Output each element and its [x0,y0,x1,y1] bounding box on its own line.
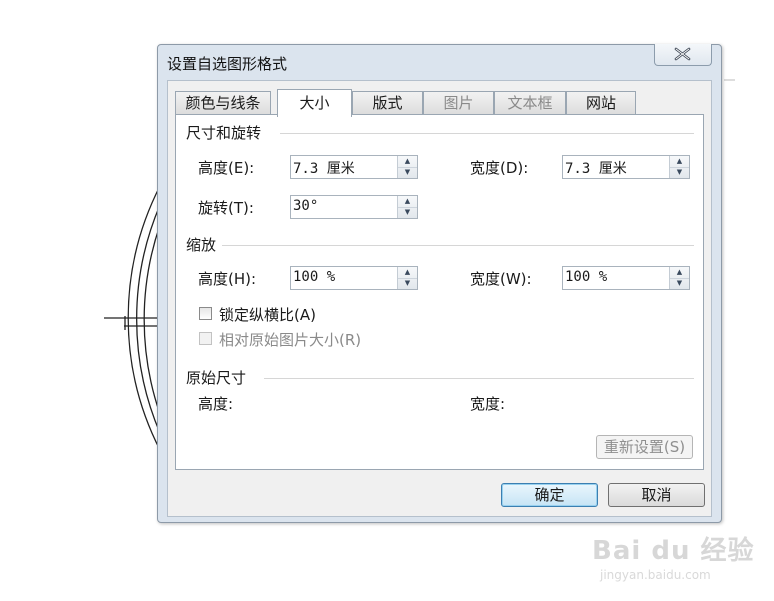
tab-colors-lines[interactable]: 颜色与线条 [175,91,271,115]
relative-size-checkbox[interactable] [199,332,212,345]
height-value: 7.3 厘米 [293,161,355,177]
scale-height-value: 100 % [293,269,336,285]
tab-picture[interactable]: 图片 [423,91,494,115]
height-input[interactable]: 7.3 厘米 ▲ ▼ [290,155,418,179]
section-divider [222,245,694,246]
lock-aspect-checkbox[interactable] [199,307,212,320]
size-tab-panel: 尺寸和旋转 高度(E): 7.3 厘米 ▲ ▼ 宽度(D): 7.3 厘米 ▲ ▼ … [175,114,704,470]
scale-width-input[interactable]: 100 % ▲ ▼ [562,266,690,290]
scale-height-input[interactable]: 100 % ▲ ▼ [290,266,418,290]
original-width-label: 宽度: [470,395,506,413]
section-title-size-rotate: 尺寸和旋转 [186,124,262,142]
scale-height-label: 高度(H): [198,270,257,288]
rotation-spinner[interactable]: ▲ ▼ [397,196,417,218]
rotation-label: 旋转(T): [198,199,254,217]
rotation-input[interactable]: 30° ▲ ▼ [290,195,418,219]
height-spinner[interactable]: ▲ ▼ [397,156,417,178]
width-input[interactable]: 7.3 厘米 ▲ ▼ [562,155,690,179]
section-title-scale: 缩放 [186,236,217,254]
lock-aspect-label[interactable]: 锁定纵横比(A) [219,304,316,325]
height-label: 高度(E): [198,159,255,177]
format-autoshape-dialog: 设置自选图形格式 颜色与线条 大小 版式 图片 文本框 网站 尺寸和旋转 高度(… [157,44,722,523]
original-height-label: 高度: [198,395,234,413]
spin-down-icon[interactable]: ▼ [670,278,689,289]
dialog-body: 颜色与线条 大小 版式 图片 文本框 网站 尺寸和旋转 高度(E): 7.3 厘… [167,80,712,517]
tab-website[interactable]: 网站 [566,91,636,115]
reset-button[interactable]: 重新设置(S) [596,435,693,459]
dialog-title: 设置自选图形格式 [167,55,288,73]
section-divider [264,378,694,379]
scale-width-label: 宽度(W): [470,270,532,288]
close-button[interactable] [654,44,712,66]
tab-layout[interactable]: 版式 [352,91,423,115]
spin-down-icon[interactable]: ▼ [398,167,417,178]
watermark-logo: Bai du 经验 [592,536,755,566]
section-title-original-size: 原始尺寸 [186,369,247,387]
scale-width-value: 100 % [565,269,608,285]
scale-height-spinner[interactable]: ▲ ▼ [397,267,417,289]
spin-down-icon[interactable]: ▼ [670,167,689,178]
section-divider [280,133,694,134]
relative-size-label[interactable]: 相对原始图片大小(R) [219,329,361,350]
width-label: 宽度(D): [470,159,529,177]
cancel-button[interactable]: 取消 [608,483,705,507]
watermark-url: jingyan.baidu.com [600,568,711,582]
tab-textbox[interactable]: 文本框 [494,91,566,115]
spin-down-icon[interactable]: ▼ [398,278,417,289]
scale-width-spinner[interactable]: ▲ ▼ [669,267,689,289]
tab-size[interactable]: 大小 [277,89,352,117]
ok-button[interactable]: 确定 [501,483,598,507]
width-spinner[interactable]: ▲ ▼ [669,156,689,178]
rotation-value: 30° [293,198,319,214]
close-icon [674,47,691,61]
width-value: 7.3 厘米 [565,161,627,177]
spin-down-icon[interactable]: ▼ [398,207,417,218]
